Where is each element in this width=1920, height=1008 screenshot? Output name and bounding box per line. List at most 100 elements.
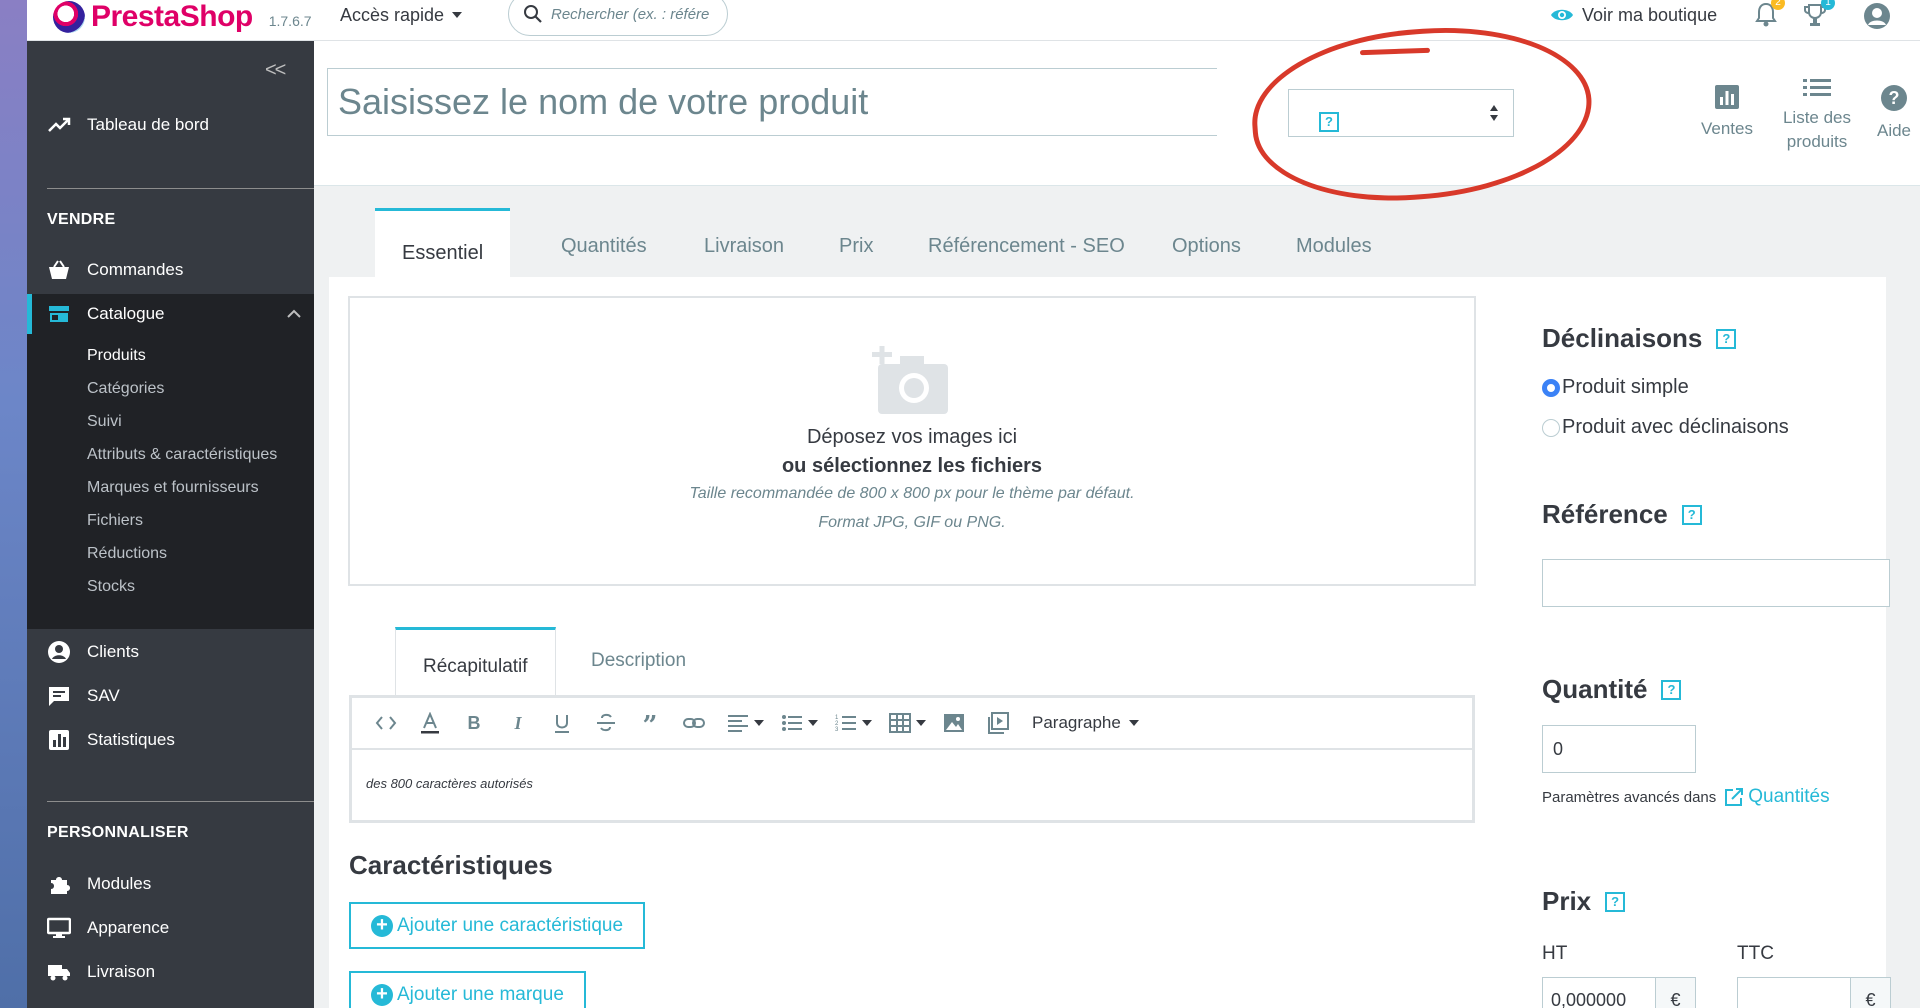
quick-access-menu[interactable]: Accès rapide — [340, 2, 463, 28]
price-ht-field[interactable]: 0,000000 € — [1542, 977, 1696, 1008]
divider — [47, 801, 314, 802]
image-dropzone[interactable]: Déposez vos images ici ou sélectionnez l… — [348, 296, 1476, 586]
code-icon — [375, 716, 397, 730]
chevron-up-icon[interactable] — [287, 309, 301, 319]
help-button[interactable]: ? Aide — [1866, 84, 1920, 143]
price-ttc-value[interactable] — [1738, 978, 1850, 1008]
strikethrough-icon — [597, 713, 615, 732]
sidebar-item-sav[interactable]: SAV — [47, 684, 120, 708]
quantities-link-label: Quantités — [1748, 786, 1830, 807]
radio-button[interactable] — [1542, 418, 1560, 437]
price-ttc-field[interactable]: € — [1737, 977, 1891, 1008]
caret-down-icon[interactable] — [862, 720, 872, 726]
user-avatar-icon — [1864, 3, 1890, 29]
submenu-item-discounts[interactable]: Réductions — [87, 545, 167, 563]
caret-down-icon — [452, 12, 463, 18]
tab-livraison[interactable]: Livraison — [704, 208, 784, 278]
submenu-item-categories[interactable]: Catégories — [87, 380, 164, 398]
view-shop-link[interactable]: Voir ma boutique — [1550, 2, 1717, 28]
paragraph-format-select[interactable]: Paragraphe — [1032, 713, 1139, 733]
submenu-item-products[interactable]: Produits — [87, 347, 146, 365]
currency-symbol: € — [1850, 978, 1890, 1008]
combinations-title: Déclinaisons — [1542, 323, 1703, 353]
view-shop-label: Voir ma boutique — [1582, 4, 1718, 25]
product-list-button[interactable]: Liste des produits — [1767, 77, 1867, 154]
summary-editor[interactable]: B I ” 123 Paragraphe des 800 caractères … — [349, 695, 1475, 823]
price-ht-value[interactable]: 0,000000 — [1543, 978, 1655, 1008]
trophy-button[interactable]: 1 — [1803, 0, 1835, 33]
chat-icon — [49, 687, 69, 706]
tab-summary[interactable]: Récapitulatif — [395, 627, 556, 697]
sidebar-item-shipping[interactable]: Livraison — [47, 960, 155, 984]
submenu-item-stocks[interactable]: Stocks — [87, 578, 135, 596]
truck-icon — [48, 965, 70, 981]
bold-button[interactable]: B — [452, 703, 496, 743]
sidebar-item-label: Clients — [87, 642, 139, 661]
text-color-icon — [421, 712, 439, 734]
help-icon[interactable]: ? — [1681, 504, 1702, 525]
bar-chart-icon — [1715, 85, 1739, 109]
sidebar-item-appearance[interactable]: Apparence — [47, 916, 169, 940]
radio-simple-product[interactable]: Produit simple — [1542, 376, 1689, 399]
text-color-button[interactable] — [408, 703, 452, 743]
quantities-link[interactable]: Quantités — [1724, 786, 1830, 808]
annotation-red-circle — [1246, 17, 1598, 211]
radio-product-combinations[interactable]: Produit avec déclinaisons — [1542, 416, 1789, 439]
tab-essentiel[interactable]: Essentiel — [375, 208, 511, 278]
quantity-input[interactable] — [1542, 725, 1696, 773]
media-button[interactable] — [976, 703, 1020, 743]
link-button[interactable] — [672, 703, 716, 743]
reference-input[interactable] — [1542, 559, 1890, 607]
help-icon[interactable]: ? — [1661, 679, 1682, 700]
image-icon — [944, 714, 964, 732]
quote-button[interactable]: ” — [628, 703, 672, 743]
features-title: Caractéristiques — [349, 850, 553, 880]
sales-button[interactable]: Ventes — [1692, 84, 1762, 141]
notification-badge: 2 — [1771, 0, 1785, 10]
add-photo-icon — [872, 346, 948, 414]
add-feature-button[interactable]: + Ajouter une caractéristique — [349, 902, 646, 949]
sidebar-item-clients[interactable]: Clients — [47, 640, 139, 664]
tab-modules[interactable]: Modules — [1296, 208, 1372, 278]
trending-up-icon — [48, 117, 71, 132]
sidebar-item-catalogue[interactable]: Catalogue — [47, 302, 165, 326]
notifications-button[interactable]: 2 — [1755, 0, 1785, 33]
search-input[interactable] — [551, 5, 721, 23]
product-name-input[interactable] — [327, 68, 1217, 136]
price-ht-label: HT — [1542, 943, 1568, 964]
caret-down-icon[interactable] — [754, 720, 764, 726]
select-files-link[interactable]: ou sélectionnez les fichiers — [350, 455, 1474, 478]
sidebar-item-orders[interactable]: Commandes — [47, 258, 183, 282]
character-counter: des 800 caractères autorisés — [366, 776, 533, 791]
sidebar-item-stats[interactable]: Statistiques — [47, 728, 175, 752]
add-brand-button[interactable]: + Ajouter une marque — [349, 971, 586, 1008]
sidebar-item-modules[interactable]: Modules — [47, 872, 151, 896]
svg-text:B: B — [468, 713, 481, 733]
caret-down-icon[interactable] — [916, 720, 926, 726]
submenu-item-attributes[interactable]: Attributs & caractéristiques — [87, 446, 277, 464]
radio-button-checked[interactable] — [1542, 378, 1560, 397]
strikethrough-button[interactable] — [584, 703, 628, 743]
account-button[interactable] — [1863, 2, 1891, 35]
code-view-button[interactable] — [364, 703, 408, 743]
advanced-settings-hint: Paramètres avancés dans Quantités — [1542, 786, 1830, 808]
tab-seo[interactable]: Référencement - SEO — [928, 208, 1125, 278]
image-button[interactable] — [932, 703, 976, 743]
submenu-item-tracking[interactable]: Suivi — [87, 413, 122, 431]
tab-options[interactable]: Options — [1172, 208, 1241, 278]
tab-quantites[interactable]: Quantités — [561, 208, 647, 278]
search-box[interactable] — [508, 0, 728, 36]
submenu-item-brands[interactable]: Marques et fournisseurs — [87, 479, 259, 497]
collapse-sidebar-icon[interactable]: << — [265, 59, 286, 82]
price-title: Prix — [1542, 886, 1592, 916]
help-icon[interactable]: ? — [1605, 891, 1626, 912]
tab-prix[interactable]: Prix — [839, 208, 873, 278]
caret-down-icon[interactable] — [808, 720, 818, 726]
underline-button[interactable] — [540, 703, 584, 743]
sidebar-item-dashboard[interactable]: Tableau de bord — [47, 113, 209, 137]
help-icon[interactable]: ? — [1716, 328, 1737, 349]
prestashop-logo[interactable]: PrestaShop 1.7.6.7 — [53, 0, 312, 34]
italic-button[interactable]: I — [496, 703, 540, 743]
submenu-item-files[interactable]: Fichiers — [87, 512, 143, 530]
tab-description[interactable]: Description — [591, 627, 686, 697]
